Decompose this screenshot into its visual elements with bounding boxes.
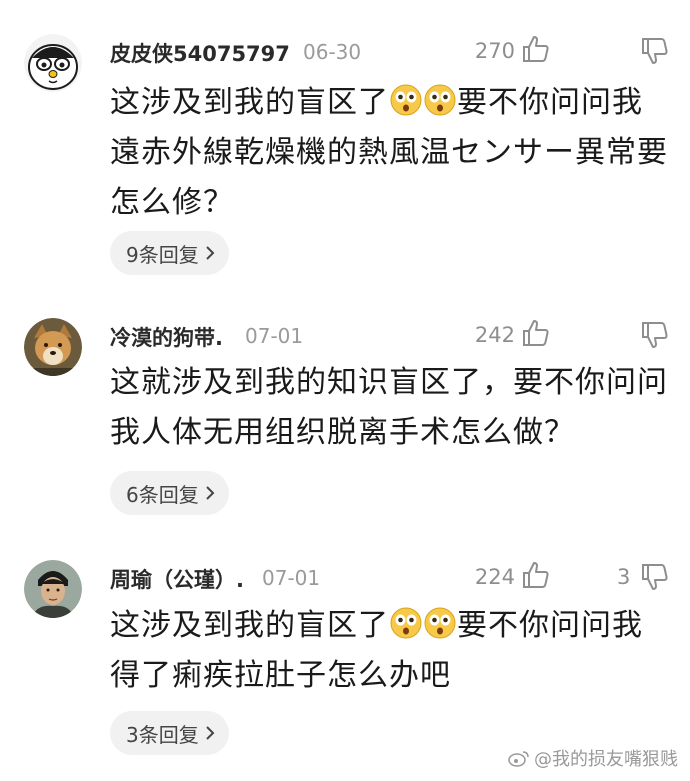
chevron-right-icon <box>206 726 215 740</box>
watermark-text: @我的损友嘴狠贱 <box>534 749 678 770</box>
avatar[interactable] <box>24 34 82 92</box>
username[interactable]: 周瑜（公瑾）. <box>110 564 244 594</box>
surprised-face-emoji <box>390 84 422 116</box>
replies-label: 6条回复 <box>126 482 199 507</box>
chevron-right-icon <box>206 486 215 500</box>
comment-date: 07-01 <box>262 566 321 590</box>
thumb-down-icon[interactable] <box>640 36 670 66</box>
thumb-up-icon[interactable] <box>521 318 551 348</box>
thumb-up-icon[interactable] <box>521 34 551 64</box>
dislike-count: 3 <box>617 565 631 589</box>
comment-date: 07-01 <box>245 324 304 348</box>
like-count: 224 <box>474 565 515 589</box>
view-replies-button[interactable]: 3条回复 <box>110 711 229 755</box>
surprised-face-emoji <box>424 607 456 639</box>
like-count: 270 <box>474 39 515 63</box>
comment-text: 这涉及到我的盲区了 要不你问问我得了痢疾拉肚子怎么办吧 <box>110 601 670 701</box>
comment-text: 这涉及到我的盲区了 要不你问问我遠赤外線乾燥機的熱風温センサー異常要怎么修？ <box>110 78 670 228</box>
comment-text-part: 这涉及到我的盲区了 <box>110 85 389 120</box>
surprised-face-emoji <box>390 607 422 639</box>
comment-text-part: 这涉及到我的盲区了 <box>110 608 389 643</box>
avatar[interactable] <box>24 318 82 376</box>
avatar[interactable] <box>24 560 82 618</box>
watermark: @我的损友嘴狠贱 <box>508 745 678 771</box>
username[interactable]: 皮皮侠54075797 <box>110 38 290 68</box>
surprised-face-emoji <box>424 84 456 116</box>
comment-feed: 皮皮侠54075797 06-30 270 这涉及到我的盲区了 要不你问问我遠赤外… <box>0 0 690 781</box>
username[interactable]: 冷漠的狗带. <box>110 322 223 352</box>
view-replies-button[interactable]: 6条回复 <box>110 471 229 515</box>
replies-label: 9条回复 <box>126 242 199 267</box>
comment-text: 这就涉及到我的知识盲区了，要不你问问我人体无用组织脱离手术怎么做？ <box>110 365 668 450</box>
weibo-logo-icon <box>508 751 529 767</box>
thumb-down-icon[interactable] <box>640 562 670 592</box>
chevron-right-icon <box>206 246 215 260</box>
replies-label: 3条回复 <box>126 722 199 747</box>
thumb-down-icon[interactable] <box>640 320 670 350</box>
thumb-up-icon[interactable] <box>521 560 551 590</box>
comment-date: 06-30 <box>303 40 362 64</box>
view-replies-button[interactable]: 9条回复 <box>110 231 229 275</box>
like-count: 242 <box>474 323 515 347</box>
